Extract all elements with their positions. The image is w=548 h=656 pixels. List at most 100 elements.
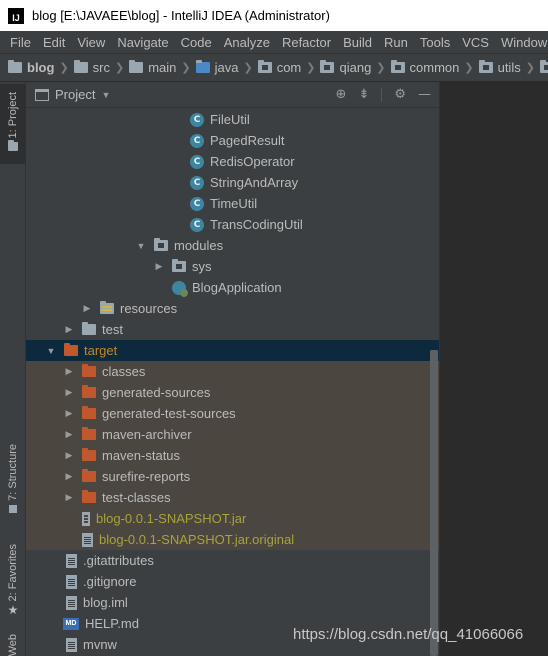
source-folder-icon xyxy=(195,60,210,73)
tree-item-label: surefire-reports xyxy=(102,469,191,484)
tree-item-timeutil[interactable]: C TimeUtil xyxy=(26,193,439,214)
breadcrumb-item-main[interactable]: main xyxy=(129,60,176,75)
jar-icon xyxy=(82,511,90,526)
breadcrumb-item-java[interactable]: java xyxy=(195,60,239,75)
tool-tab-project[interactable]: 1: Project xyxy=(0,84,26,164)
tree-item-fileutil[interactable]: C FileUtil xyxy=(26,109,439,130)
file-icon xyxy=(66,574,77,589)
breadcrumb-item-blog[interactable]: blog xyxy=(8,60,54,75)
breadcrumb-item-phone[interactable]: phone xyxy=(539,60,548,75)
breadcrumb-label: java xyxy=(214,60,239,75)
module-file-icon xyxy=(66,595,77,610)
tree-item-transcodingutil[interactable]: C TransCodingUtil xyxy=(26,214,439,235)
file-icon xyxy=(66,553,77,568)
collapsed-arrow-icon[interactable]: ▶ xyxy=(154,261,164,272)
breadcrumb-item-com[interactable]: com xyxy=(257,60,302,75)
tree-item-surefire-reports[interactable]: ▶ surefire-reports xyxy=(26,466,439,487)
tree-item-test[interactable]: ▶ test xyxy=(26,319,439,340)
chevron-right-icon: ❯ xyxy=(59,62,69,74)
tree-item-gitignore[interactable]: .gitignore xyxy=(26,571,439,592)
tree-item-sys[interactable]: ▶ sys xyxy=(26,256,439,277)
tree-item-generated-test-sources[interactable]: ▶ generated-test-sources xyxy=(26,403,439,424)
tree-item-snapshot-jar[interactable]: blog-0.0.1-SNAPSHOT.jar xyxy=(26,508,439,529)
tree-item-test-classes[interactable]: ▶ test-classes xyxy=(26,487,439,508)
tree-item-label: modules xyxy=(174,238,224,253)
locate-target-icon[interactable]: ⊕ xyxy=(336,87,347,102)
tool-tab-favorites[interactable]: 2: Favorites ★ xyxy=(0,540,26,622)
collapsed-arrow-icon[interactable]: ▶ xyxy=(64,471,74,482)
collapsed-arrow-icon[interactable]: ▶ xyxy=(64,366,74,377)
tree-item-snapshot-jar-original[interactable]: blog-0.0.1-SNAPSHOT.jar.original xyxy=(26,529,439,550)
menu-refactor[interactable]: Refactor xyxy=(276,35,337,50)
expanded-arrow-icon[interactable]: ▼ xyxy=(136,241,146,251)
expanded-arrow-icon[interactable]: ▼ xyxy=(46,346,56,356)
menu-view[interactable]: View xyxy=(71,35,111,50)
tree-item-classes[interactable]: ▶ classes xyxy=(26,361,439,382)
excluded-folder-icon xyxy=(82,385,96,398)
tree-item-resources[interactable]: ▶ resources xyxy=(26,298,439,319)
collapsed-arrow-icon[interactable]: ▶ xyxy=(64,387,74,398)
scrollbar-thumb[interactable] xyxy=(430,350,438,656)
minimize-icon[interactable]: — xyxy=(418,87,431,102)
menu-build[interactable]: Build xyxy=(337,35,378,50)
tool-tab-web[interactable]: Web xyxy=(0,634,26,656)
breadcrumb-item-utils[interactable]: utils xyxy=(478,60,521,75)
tool-tab-structure[interactable]: 7: Structure xyxy=(0,440,26,524)
tree-item-generated-sources[interactable]: ▶ generated-sources xyxy=(26,382,439,403)
tree-item-pagedresult[interactable]: C PagedResult xyxy=(26,130,439,151)
menu-code[interactable]: Code xyxy=(175,35,218,50)
tree-item-maven-status[interactable]: ▶ maven-status xyxy=(26,445,439,466)
menu-file[interactable]: File xyxy=(4,35,37,50)
collapse-all-icon[interactable]: ⇟ xyxy=(358,87,369,102)
chevron-right-icon: ❯ xyxy=(115,62,125,74)
tree-item-gitattributes[interactable]: .gitattributes xyxy=(26,550,439,571)
gear-icon[interactable]: ⚙ xyxy=(394,87,406,102)
excluded-folder-icon xyxy=(82,406,96,419)
breadcrumb-label: src xyxy=(92,60,110,75)
collapsed-arrow-icon[interactable]: ▶ xyxy=(64,324,74,335)
class-icon: C xyxy=(190,112,204,127)
tree-item-label: classes xyxy=(102,364,146,379)
folder-icon xyxy=(8,60,22,73)
tree-item-label: .gitignore xyxy=(83,574,137,589)
star-icon: ★ xyxy=(7,603,19,618)
tree-item-label: generated-test-sources xyxy=(102,406,236,421)
chevron-right-icon: ❯ xyxy=(464,62,474,74)
tree-item-target[interactable]: ▼ target xyxy=(26,340,439,361)
tree-item-label: blog-0.0.1-SNAPSHOT.jar.original xyxy=(99,532,295,547)
collapsed-arrow-icon[interactable]: ▶ xyxy=(82,303,92,314)
menu-run[interactable]: Run xyxy=(378,35,414,50)
project-view-selector[interactable]: Project xyxy=(55,87,95,102)
tree-item-blog-iml[interactable]: blog.iml xyxy=(26,592,439,613)
menu-edit[interactable]: Edit xyxy=(37,35,71,50)
tree-item-maven-archiver[interactable]: ▶ maven-archiver xyxy=(26,424,439,445)
collapsed-arrow-icon[interactable]: ▶ xyxy=(64,450,74,461)
tool-tab-label: Web xyxy=(7,634,19,656)
collapsed-arrow-icon[interactable]: ▶ xyxy=(64,408,74,419)
class-icon: C xyxy=(190,154,204,169)
collapsed-arrow-icon[interactable]: ▶ xyxy=(64,429,74,440)
menu-vcs[interactable]: VCS xyxy=(456,35,495,50)
tool-tab-label: 1: Project xyxy=(7,92,19,139)
menu-analyze[interactable]: Analyze xyxy=(218,35,276,50)
collapsed-arrow-icon[interactable]: ▶ xyxy=(64,492,74,503)
tree-item-redisoperator[interactable]: C RedisOperator xyxy=(26,151,439,172)
project-tree-scrollbar[interactable] xyxy=(430,350,438,656)
structure-icon xyxy=(9,504,17,513)
chevron-right-icon: ❯ xyxy=(181,62,191,74)
chevron-down-icon[interactable]: ▼ xyxy=(101,90,110,100)
tree-item-stringandarray[interactable]: C StringAndArray xyxy=(26,172,439,193)
breadcrumb-label: com xyxy=(276,60,302,75)
tree-item-blogapplication[interactable]: ▶BlogApplication xyxy=(26,277,439,298)
breadcrumb-item-qiang[interactable]: qiang xyxy=(320,60,371,75)
breadcrumb-item-src[interactable]: src xyxy=(73,60,110,75)
tree-item-label: blog.iml xyxy=(83,595,128,610)
class-icon: C xyxy=(190,133,204,148)
navigation-bar: blog ❯ src ❯ main ❯ java ❯ com ❯ qiang ❯… xyxy=(0,53,548,82)
excluded-folder-icon xyxy=(82,469,96,482)
menu-navigate[interactable]: Navigate xyxy=(111,35,174,50)
tree-item-modules[interactable]: ▼ modules xyxy=(26,235,439,256)
breadcrumb-item-common[interactable]: common xyxy=(390,60,459,75)
menu-window[interactable]: Window xyxy=(495,35,548,50)
menu-tools[interactable]: Tools xyxy=(414,35,456,50)
